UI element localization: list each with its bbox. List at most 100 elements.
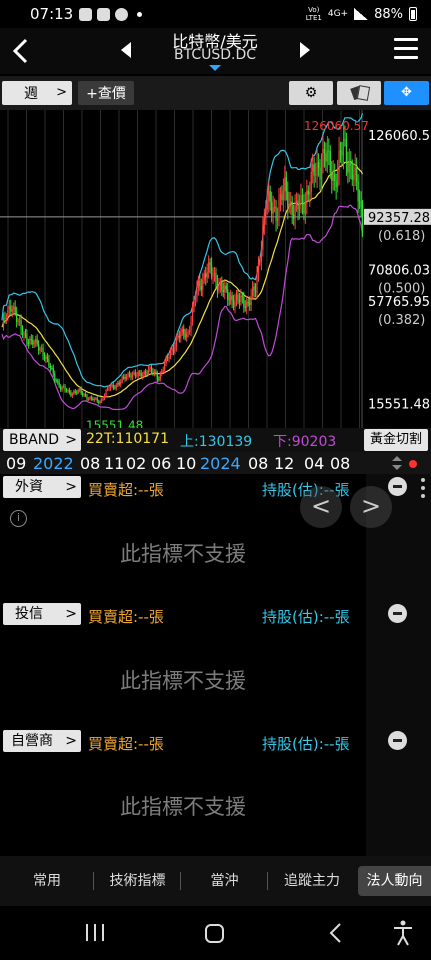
candle-body bbox=[99, 401, 101, 403]
tab-track-major[interactable]: 追蹤主力 bbox=[268, 866, 356, 896]
candle-body bbox=[215, 272, 217, 283]
scale-sorter-icon[interactable] bbox=[392, 456, 402, 470]
candle-body bbox=[323, 149, 326, 154]
candle-body bbox=[114, 387, 116, 389]
candle-body bbox=[237, 294, 239, 300]
settings-gear-icon[interactable]: ⚙ bbox=[289, 81, 333, 105]
quote-button[interactable]: +查價 bbox=[78, 81, 134, 105]
band-upper-line bbox=[1, 113, 364, 388]
candle-body bbox=[83, 394, 85, 396]
candle-body bbox=[177, 335, 179, 338]
accessibility-icon[interactable] bbox=[393, 920, 413, 946]
candle-body bbox=[335, 180, 337, 188]
section-foreign-button[interactable]: 外資 > bbox=[3, 476, 81, 498]
candle-body bbox=[263, 214, 265, 227]
candle-body bbox=[312, 164, 314, 172]
rotate-screen-icon[interactable] bbox=[337, 81, 381, 105]
x-tick-label: 12 bbox=[274, 454, 295, 473]
back-arrow-icon[interactable] bbox=[8, 36, 34, 66]
candle-body bbox=[208, 262, 210, 272]
candle-body bbox=[222, 289, 224, 292]
overlay-next-icon[interactable]: > bbox=[350, 486, 392, 528]
candle-body bbox=[106, 388, 109, 390]
symbol-code[interactable]: BTCUSD.DC bbox=[140, 47, 290, 63]
candle-body bbox=[11, 309, 13, 312]
y-tick-label: 126060.57 bbox=[368, 129, 431, 144]
candle-body bbox=[307, 190, 309, 195]
candle-body bbox=[24, 333, 27, 335]
hamburger-menu-icon[interactable] bbox=[394, 38, 418, 62]
candle-body bbox=[121, 376, 123, 382]
candle-body bbox=[275, 206, 277, 221]
prev-symbol-icon[interactable] bbox=[118, 40, 134, 60]
price-chart[interactable]: 126060.57 92357.28 70806.03 57765.95 15551.4… bbox=[0, 110, 431, 433]
candle-body bbox=[354, 167, 356, 176]
remove-section-foreign-icon[interactable] bbox=[388, 477, 407, 496]
candle-body bbox=[108, 388, 110, 390]
home-icon[interactable] bbox=[205, 924, 224, 943]
candle-body bbox=[188, 330, 191, 332]
candle-body bbox=[317, 162, 320, 168]
gallery-icon bbox=[97, 7, 111, 21]
candle-body bbox=[303, 202, 305, 214]
candle-body bbox=[156, 373, 158, 380]
candle-body bbox=[325, 153, 327, 162]
candle-body bbox=[164, 362, 166, 371]
fullscreen-icon[interactable]: ✥ bbox=[384, 81, 429, 105]
fib-ratio-label: (0.500) bbox=[378, 281, 425, 296]
candle-body bbox=[266, 200, 268, 210]
candle-body bbox=[87, 398, 90, 400]
candle-body bbox=[57, 380, 59, 382]
remove-section-dealer-icon[interactable] bbox=[388, 731, 407, 750]
candle-body bbox=[77, 389, 79, 393]
symbol-dropdown-caret-icon[interactable] bbox=[209, 65, 221, 71]
candlestick-chart-svg[interactable]: 126060.57 92357.28 70806.03 57765.95 15551.4… bbox=[0, 110, 431, 433]
period-selector-button[interactable]: 週 > bbox=[2, 81, 72, 105]
candle-body bbox=[212, 275, 214, 277]
candle-body bbox=[345, 139, 348, 163]
section-dealer-button[interactable]: 自營商 > bbox=[3, 730, 81, 752]
candle-body bbox=[86, 396, 88, 400]
tab-institutional[interactable]: 法人動向 bbox=[358, 866, 431, 896]
candle-body bbox=[348, 162, 350, 173]
candle-body bbox=[210, 265, 213, 276]
candle-body bbox=[197, 280, 199, 288]
candle-body bbox=[284, 177, 286, 191]
indicator-selector-button[interactable]: BBAND > bbox=[3, 429, 81, 451]
candle-body bbox=[353, 175, 355, 180]
section-trust-button[interactable]: 投信 > bbox=[3, 603, 81, 625]
candle-body bbox=[200, 286, 202, 290]
info-icon[interactable]: i bbox=[10, 510, 27, 527]
candle-body bbox=[287, 191, 289, 208]
recent-apps-icon[interactable] bbox=[86, 924, 104, 941]
tab-daytrade[interactable]: 當沖 bbox=[181, 866, 268, 896]
candle-body bbox=[115, 384, 117, 389]
system-back-icon[interactable] bbox=[328, 922, 344, 944]
candle-body bbox=[43, 355, 46, 360]
x-tick-label: 08 bbox=[80, 454, 101, 473]
candle-body bbox=[180, 332, 182, 338]
candle-body bbox=[14, 306, 16, 313]
next-symbol-icon[interactable] bbox=[297, 40, 313, 60]
candle-body bbox=[244, 306, 246, 308]
candle-body bbox=[125, 376, 128, 379]
golden-cut-button[interactable]: 黃金切割 bbox=[364, 429, 428, 451]
overlay-prev-icon[interactable]: < bbox=[300, 486, 342, 528]
candle-body bbox=[140, 373, 142, 377]
tab-technical[interactable]: 技術指標 bbox=[94, 866, 181, 896]
fib-ratio-label: (0.382) bbox=[378, 313, 425, 328]
candle-body bbox=[202, 279, 204, 290]
candle-body bbox=[105, 389, 107, 396]
candle-body bbox=[190, 321, 192, 331]
candle-body bbox=[130, 375, 132, 378]
candle-body bbox=[206, 271, 208, 278]
more-options-icon[interactable] bbox=[421, 478, 425, 502]
candle-body bbox=[128, 373, 131, 376]
tab-common[interactable]: 常用 bbox=[0, 866, 94, 896]
candle-body bbox=[80, 388, 82, 394]
candle-body bbox=[54, 373, 56, 381]
candle-body bbox=[320, 166, 323, 180]
candle-body bbox=[250, 295, 252, 305]
candle-body bbox=[360, 202, 362, 207]
remove-section-trust-icon[interactable] bbox=[388, 604, 407, 623]
